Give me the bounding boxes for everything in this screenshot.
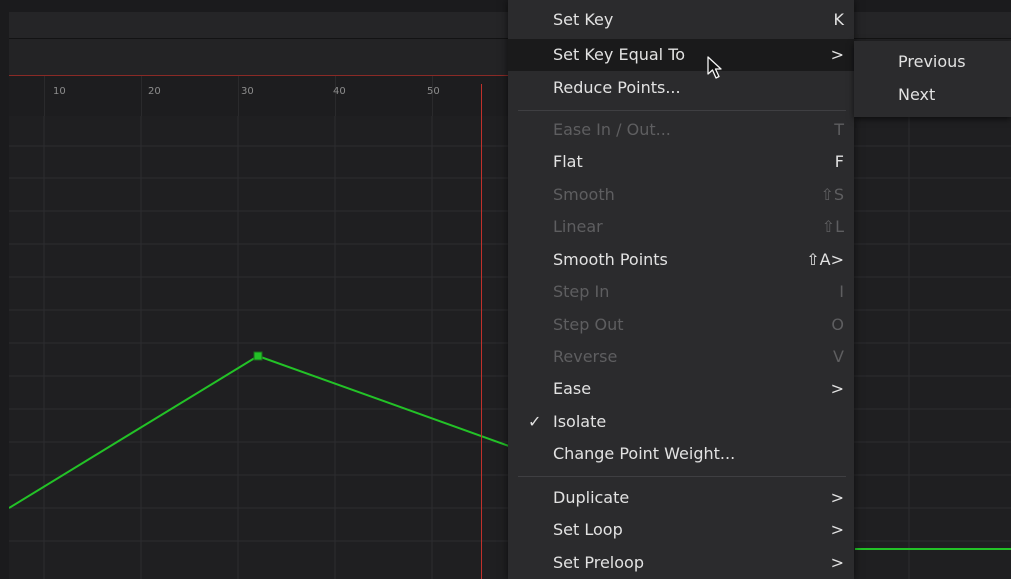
menu-item-change-point-weight[interactable]: Change Point Weight... — [508, 438, 854, 470]
submenu-set-key-equal-to: Previous Next — [854, 41, 1011, 117]
submenu-item-previous[interactable]: Previous — [898, 52, 966, 71]
menu-item-label: Smooth — [553, 185, 615, 204]
ruler-gridline — [141, 76, 142, 116]
menu-item-label: Set Key — [553, 10, 614, 29]
submenu-item-next[interactable]: Next — [898, 85, 935, 104]
checkmark-icon: ✓ — [528, 412, 542, 431]
submenu-arrow-icon: > — [830, 45, 844, 64]
menu-item-step-out: Step Out O — [508, 309, 854, 341]
menu-item-label: Set Preloop — [553, 553, 644, 572]
submenu-arrow-icon: > — [830, 379, 844, 398]
menu-item-duplicate[interactable]: Duplicate > — [508, 482, 854, 514]
menu-item-shortcut: ⇧S — [820, 185, 844, 204]
menu-item-label: Isolate — [553, 412, 607, 431]
menu-item-label: Reduce Points... — [553, 78, 681, 97]
menu-item-reduce-points[interactable]: Reduce Points... — [508, 72, 854, 104]
context-menu: Set Key K Set Key Equal To > Reduce Poin… — [508, 0, 854, 579]
keyframe-point — [253, 351, 263, 361]
menu-item-set-key[interactable]: Set Key K — [508, 4, 854, 36]
menu-item-label: Set Loop — [553, 520, 623, 539]
menu-item-isolate[interactable]: ✓ Isolate — [508, 406, 854, 438]
ruler-tick-label: 20 — [148, 86, 161, 97]
menu-separator — [518, 110, 846, 111]
menu-item-shortcut: O — [831, 315, 844, 334]
menu-item-set-loop[interactable]: Set Loop > — [508, 514, 854, 546]
menu-item-set-key-equal-to[interactable]: Set Key Equal To > — [508, 39, 854, 71]
mouse-cursor-icon — [707, 56, 722, 79]
animation-curve — [9, 354, 510, 509]
submenu-arrow-icon: > — [830, 520, 844, 539]
menu-item-shortcut: ⇧L — [821, 217, 844, 236]
menu-item-shortcut: V — [833, 347, 844, 366]
submenu-arrow-icon: > — [830, 488, 844, 507]
menu-item-label: Change Point Weight... — [553, 444, 736, 463]
menu-item-label: Ease — [553, 379, 592, 398]
ruler-tick-label: 50 — [427, 86, 440, 97]
menu-item-shortcut: I — [839, 282, 844, 301]
menu-item-label: Set Key Equal To — [553, 45, 686, 64]
menu-item-label: Duplicate — [553, 488, 630, 507]
ruler-tick-label: 10 — [53, 86, 66, 97]
menu-item-label: Flat — [553, 152, 583, 171]
menu-item-label: Linear — [553, 217, 603, 236]
menu-item-ease-in-out: Ease In / Out... T — [508, 114, 854, 146]
ruler-gridline — [44, 76, 45, 116]
menu-item-set-preloop[interactable]: Set Preloop > — [508, 547, 854, 579]
ruler-gridline — [238, 76, 239, 116]
playhead-line[interactable] — [481, 84, 482, 579]
ruler-tick-label: 30 — [241, 86, 254, 97]
menu-item-reverse: Reverse V — [508, 341, 854, 373]
menu-item-smooth-points[interactable]: Smooth Points ⇧A> — [508, 244, 854, 276]
menu-item-shortcut: K — [833, 10, 845, 29]
menu-item-shortcut: ⇧A> — [806, 250, 844, 269]
menu-item-ease[interactable]: Ease > — [508, 373, 854, 405]
menu-separator — [518, 476, 846, 477]
menu-item-shortcut: T — [834, 120, 844, 139]
submenu-arrow-icon: > — [830, 553, 844, 572]
menu-item-label: Smooth Points — [553, 250, 668, 269]
menu-item-shortcut: F — [834, 152, 844, 171]
menu-item-label: Step In — [553, 282, 610, 301]
menu-item-smooth: Smooth ⇧S — [508, 179, 854, 211]
menu-item-label: Ease In / Out... — [553, 120, 671, 139]
menu-item-linear: Linear ⇧L — [508, 211, 854, 243]
menu-item-label: Step Out — [553, 315, 624, 334]
menu-item-label: Reverse — [553, 347, 618, 366]
ruler-tick-label: 40 — [333, 86, 346, 97]
menu-item-step-in: Step In I — [508, 276, 854, 308]
menu-item-flat[interactable]: Flat F — [508, 146, 854, 178]
